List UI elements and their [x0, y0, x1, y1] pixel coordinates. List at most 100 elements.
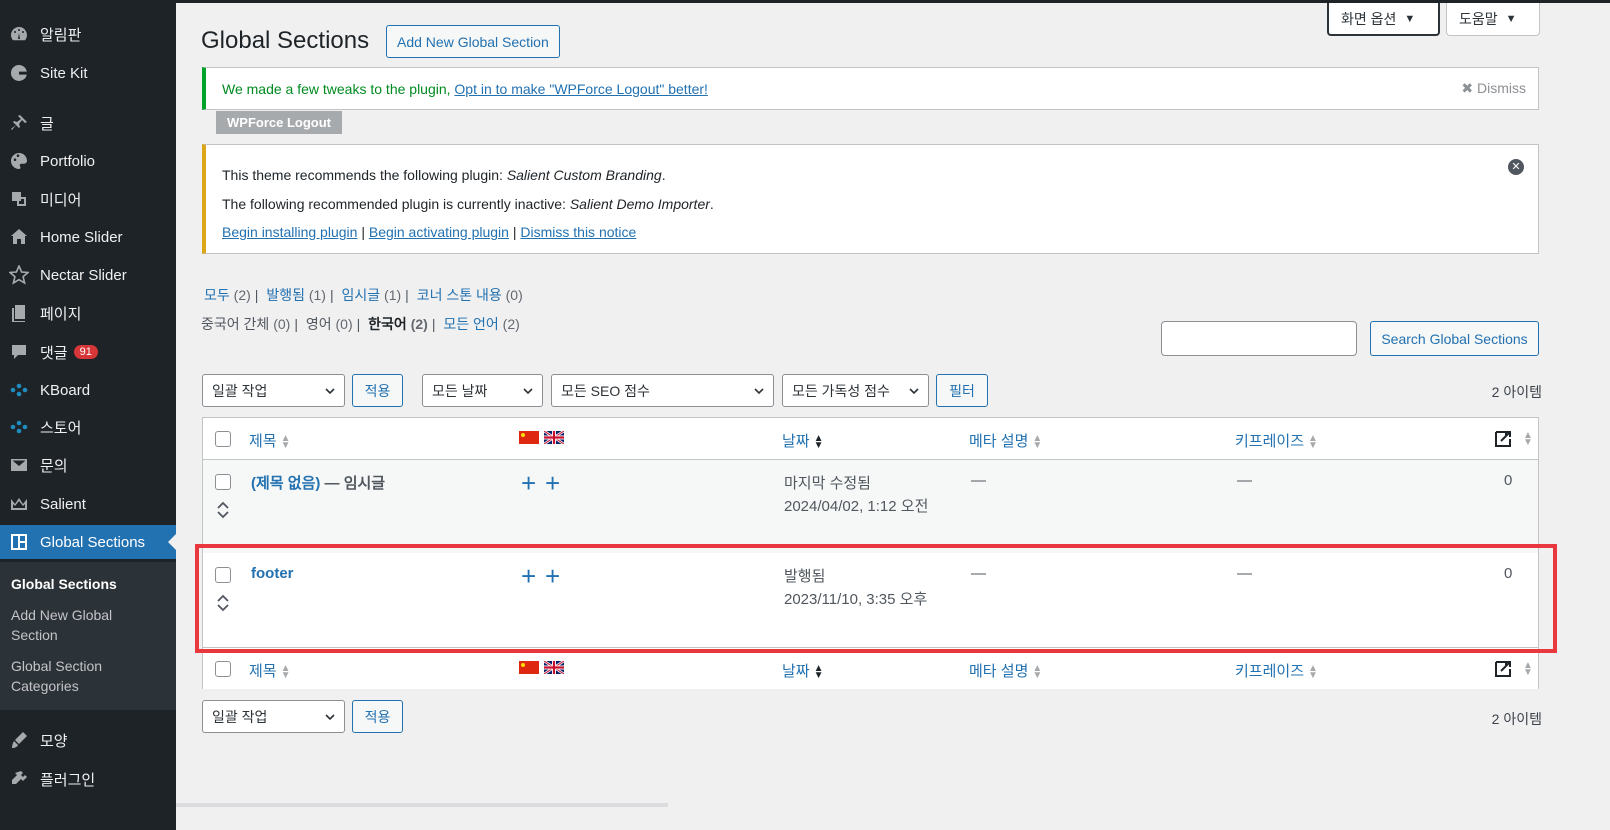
apply-button-bottom[interactable]: 적용 — [352, 700, 403, 733]
menu-posts[interactable]: 글 — [0, 106, 176, 140]
post-title-link[interactable]: footer — [251, 565, 294, 582]
flag-china-icon[interactable] — [519, 431, 539, 444]
sort-icon: ▲ ▼ — [280, 663, 291, 682]
lang-all[interactable]: 모든 언어 — [443, 316, 498, 332]
meta-description: — — [971, 472, 986, 489]
menu-comments[interactable]: 댓글 91 — [0, 335, 176, 369]
menu-portfolio[interactable]: Portfolio — [0, 144, 176, 178]
search-button[interactable]: Search Global Sections — [1370, 321, 1539, 356]
count: (0) — [273, 316, 291, 332]
internal-links-icon[interactable] — [1493, 427, 1515, 449]
search-input[interactable] — [1161, 321, 1357, 356]
install-plugin-link[interactable]: Begin installing plugin — [222, 224, 357, 240]
apply-button[interactable]: 적용 — [352, 374, 403, 407]
dismiss-button[interactable]: ✖ Dismiss — [1461, 80, 1526, 97]
select-all-checkbox[interactable] — [215, 661, 231, 677]
close-icon[interactable]: ✕ — [1508, 159, 1524, 175]
add-new-button[interactable]: Add New Global Section — [386, 25, 560, 58]
filter-draft[interactable]: 임시글 — [342, 287, 381, 303]
flag-china-icon[interactable] — [519, 661, 539, 674]
star-icon — [8, 264, 30, 286]
item-count: 2 아이템 — [1491, 711, 1542, 727]
bulk-action-select[interactable]: 일괄 작업 — [202, 374, 345, 407]
menu-contact[interactable]: 문의 — [0, 448, 176, 482]
seo-filter-select[interactable]: 모든 SEO 점수 — [551, 374, 774, 407]
opt-in-link[interactable]: Opt in to make "WPForce Logout" better! — [454, 81, 708, 97]
keyphrase: — — [1237, 472, 1252, 489]
sort-icon: ▲ ▼ — [1032, 663, 1043, 682]
internal-links-icon[interactable] — [1493, 657, 1515, 679]
sort-icon[interactable]: ▲ ▼ — [1523, 431, 1533, 448]
column-keyphrase[interactable]: 키프레이즈 ▲ ▼ — [1235, 430, 1318, 451]
menu-label: Home Slider — [40, 228, 123, 246]
add-translation-en-icon[interactable]: + — [545, 470, 560, 496]
submenu-add-new[interactable]: Add New Global Section — [11, 605, 161, 645]
table-row: (제목 없음) — 임시글 + + 마지막 수정됨 2024/04/02, 1:1… — [203, 460, 1538, 553]
sort-icon: ▲ ▼ — [1308, 663, 1318, 682]
mail-icon — [8, 454, 30, 476]
menu-store[interactable]: 스토어 — [0, 410, 176, 444]
reorder-icon[interactable] — [215, 593, 231, 613]
menu-site-kit[interactable]: Site Kit — [0, 56, 176, 90]
column-date[interactable]: 날짜 ▲ ▼ — [782, 430, 824, 451]
filter-cornerstone[interactable]: 코너 스톤 내용 — [417, 287, 502, 303]
menu-plugins[interactable]: 플러그인 — [0, 762, 176, 796]
add-translation-zh-icon[interactable]: + — [521, 470, 536, 496]
menu-home-slider[interactable]: Home Slider — [0, 220, 176, 254]
bulk-action-select-bottom[interactable]: 일괄 작업 — [202, 700, 345, 733]
kboard-icon — [8, 379, 30, 401]
sort-icon[interactable]: ▲ ▼ — [1523, 661, 1533, 678]
menu-kboard[interactable]: KBoard — [0, 373, 176, 407]
keyphrase: — — [1237, 565, 1252, 582]
screen-options-button[interactable]: 화면 옵션 ▼ — [1327, 3, 1440, 36]
menu-label: KBoard — [40, 381, 91, 399]
column-title[interactable]: 제목 ▲ ▼ — [249, 660, 291, 681]
post-title-link[interactable]: (제목 없음) — 임시글 — [251, 472, 385, 493]
column-meta[interactable]: 메타 설명 ▲ ▼ — [969, 430, 1042, 451]
select-all-checkbox[interactable] — [215, 431, 231, 447]
row-checkbox[interactable] — [215, 567, 231, 583]
column-meta[interactable]: 메타 설명 ▲ ▼ — [969, 660, 1042, 681]
menu-label: Global Sections — [40, 533, 146, 551]
menu-label: Site Kit — [40, 64, 88, 82]
home-icon — [8, 226, 30, 248]
reorder-icon[interactable] — [215, 500, 231, 520]
filter-button[interactable]: 필터 — [936, 374, 988, 407]
dashboard-icon — [8, 23, 30, 45]
add-translation-zh-icon[interactable]: + — [521, 563, 536, 589]
lang-en[interactable]: 영어 — [306, 316, 332, 332]
row-checkbox[interactable] — [215, 474, 231, 490]
menu-global-sections[interactable]: Global Sections — [0, 525, 176, 559]
column-date[interactable]: 날짜 ▲ ▼ — [782, 660, 824, 681]
dismiss-notice-link[interactable]: Dismiss this notice — [520, 224, 636, 240]
menu-label: 스토어 — [40, 419, 82, 437]
activate-plugin-link[interactable]: Begin activating plugin — [369, 224, 509, 240]
help-button[interactable]: 도움말 ▼ — [1446, 3, 1540, 36]
flag-uk-icon[interactable] — [544, 431, 564, 444]
date-filter-select[interactable]: 모든 날짜 — [422, 374, 543, 407]
add-translation-en-icon[interactable]: + — [545, 563, 560, 589]
plugin-icon — [8, 768, 30, 790]
lang-zh[interactable]: 중국어 간체 — [201, 316, 269, 332]
filter-published[interactable]: 발행됨 — [266, 287, 305, 303]
page-icon — [8, 302, 30, 324]
menu-appearance[interactable]: 모양 — [0, 723, 176, 757]
submenu-categories[interactable]: Global Section Categories — [11, 656, 161, 696]
notice-message: We made a few tweaks to the plugin, Opt … — [222, 81, 708, 97]
menu-media[interactable]: 미디어 — [0, 182, 176, 216]
horizontal-scrollbar[interactable] — [176, 803, 668, 807]
submenu-global-sections[interactable]: Global Sections — [11, 574, 161, 594]
notice-text: We made a few tweaks to the plugin, — [222, 81, 455, 97]
menu-nectar-slider[interactable]: Nectar Slider — [0, 258, 176, 292]
count: (0) — [335, 316, 353, 332]
count: (1) — [384, 287, 402, 303]
flag-uk-icon[interactable] — [544, 661, 564, 674]
crown-icon — [8, 493, 30, 515]
readability-filter-select[interactable]: 모든 가독성 점수 — [782, 374, 929, 407]
menu-pages[interactable]: 페이지 — [0, 296, 176, 330]
menu-salient[interactable]: Salient — [0, 487, 176, 521]
column-keyphrase[interactable]: 키프레이즈 ▲ ▼ — [1235, 660, 1318, 681]
filter-all[interactable]: 모두 — [204, 287, 230, 303]
column-title[interactable]: 제목 ▲ ▼ — [249, 430, 291, 451]
menu-dashboard[interactable]: 알림판 — [0, 17, 176, 51]
